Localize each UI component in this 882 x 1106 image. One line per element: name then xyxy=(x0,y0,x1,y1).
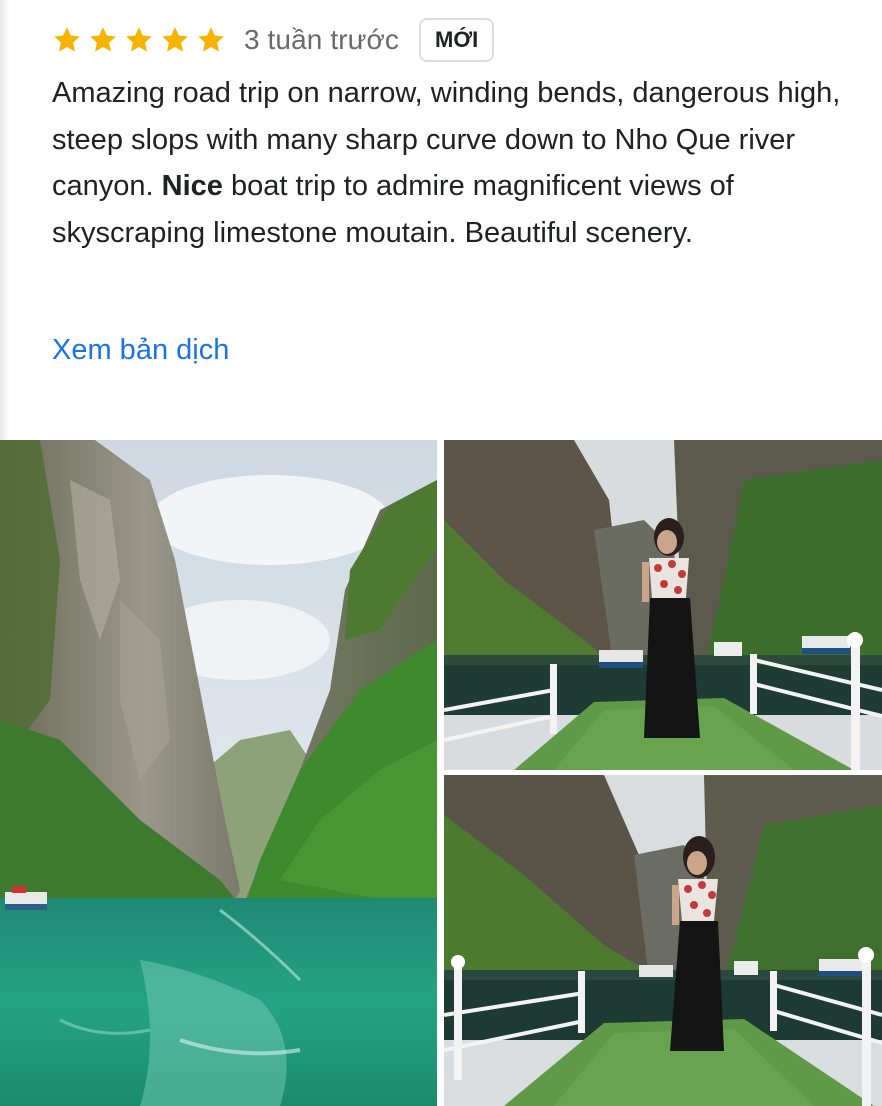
review-time: 3 tuần trước xyxy=(244,24,400,55)
star-rating xyxy=(52,25,226,55)
left-edge-shadow xyxy=(0,0,10,440)
review-text: Amazing road trip on narrow, winding ben… xyxy=(52,70,842,256)
translate-link[interactable]: Xem bản dịch xyxy=(52,334,229,367)
review-text-bold: Nice xyxy=(161,170,223,202)
canyon-river-photo[interactable] xyxy=(0,440,437,1106)
woman-on-boat-photo-2[interactable] xyxy=(444,775,882,1106)
star-icon xyxy=(124,25,154,55)
woman-on-boat-photo-1[interactable] xyxy=(444,440,882,770)
star-icon xyxy=(160,25,190,55)
review-meta-row: 3 tuần trước MỚI xyxy=(52,16,495,64)
star-icon xyxy=(52,25,82,55)
star-icon xyxy=(196,25,226,55)
star-icon xyxy=(88,25,118,55)
review-card: 3 tuần trước MỚI Amazing road trip on na… xyxy=(0,0,882,1106)
new-badge: MỚI xyxy=(419,18,495,62)
